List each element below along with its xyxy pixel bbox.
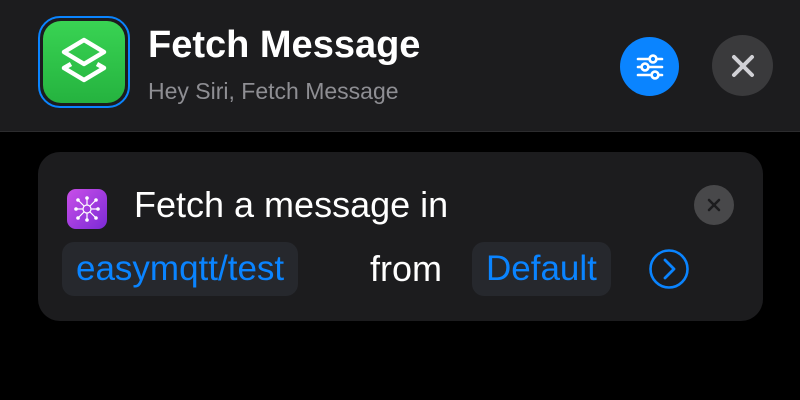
close-button[interactable] <box>712 35 773 96</box>
expand-options-button[interactable] <box>648 248 690 290</box>
action-description: Fetch a message in <box>134 184 449 225</box>
remove-action-button[interactable] <box>694 185 734 225</box>
header: Fetch Message Hey Siri, Fetch Message <box>0 0 800 132</box>
connector-text: from <box>370 248 442 289</box>
close-icon <box>731 54 754 77</box>
settings-button[interactable] <box>620 37 679 96</box>
shortcut-subtitle: Hey Siri, Fetch Message <box>148 78 399 104</box>
chevron-right-circle-icon <box>649 249 689 289</box>
broker-parameter[interactable]: Default <box>472 242 611 296</box>
shortcut-editor: Fetch Message Hey Siri, Fetch Message Fe… <box>0 0 800 400</box>
close-icon <box>707 198 721 212</box>
shortcuts-icon[interactable] <box>43 21 125 103</box>
shortcut-title[interactable]: Fetch Message <box>148 24 420 67</box>
network-nodes-icon <box>67 189 107 229</box>
action-card: Fetch a message in easymqtt/test from De… <box>38 152 763 321</box>
sliders-icon <box>636 53 663 80</box>
topic-parameter[interactable]: easymqtt/test <box>62 242 299 296</box>
